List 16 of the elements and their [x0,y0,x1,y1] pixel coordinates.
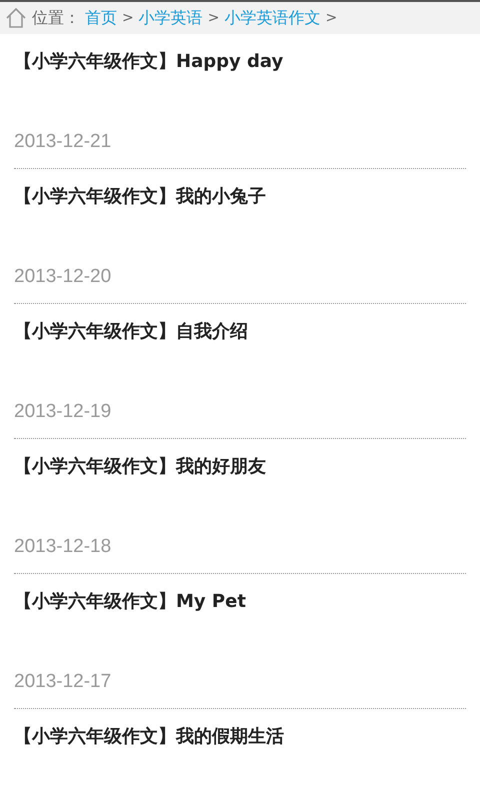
home-icon[interactable] [5,7,27,29]
separator: > [208,10,220,26]
article-date: 2013-12-19 [14,400,112,424]
article-title[interactable]: 【小学六年级作文】My Pet [14,590,466,614]
article-date: 2013-12-18 [14,535,112,559]
location-label: 位置： [32,8,80,28]
article-date: 2013-12-21 [14,130,112,154]
article-date: 2013-12-17 [14,670,112,694]
article-title[interactable]: 【小学六年级作文】Happy day [14,50,466,74]
article-title[interactable]: 【小学六年级作文】我的好朋友 [14,455,466,479]
article-title[interactable]: 【小学六年级作文】自我介绍 [14,320,466,344]
article-title[interactable]: 【小学六年级作文】我的假期生活 [14,725,466,749]
article-title[interactable]: 【小学六年级作文】我的小兔子 [14,185,466,209]
separator: > [122,10,134,26]
separator: > [325,10,338,26]
article-date: 2013-12-20 [14,265,112,289]
